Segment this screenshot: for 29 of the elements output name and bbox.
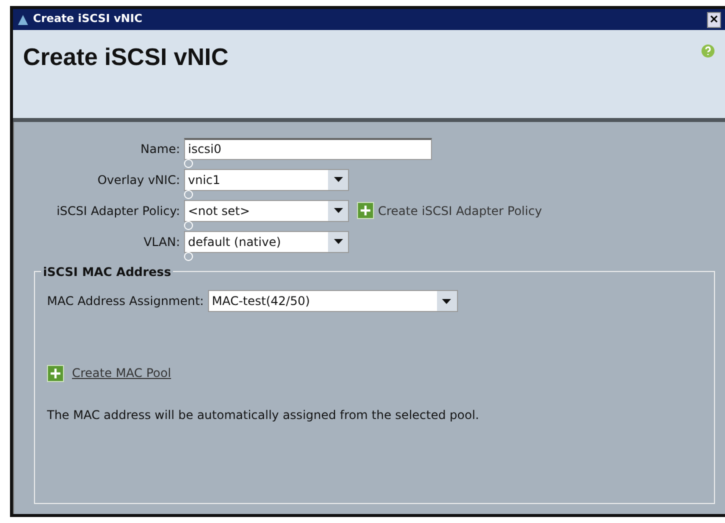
caret-icon [334, 208, 342, 213]
caret-icon [442, 298, 452, 304]
field-label: iSCSI Adapter Policy: [56, 202, 181, 220]
window-title: Create iSCSI vNIC [33, 11, 142, 28]
help-icon[interactable] [701, 44, 715, 58]
plus-icon[interactable] [47, 364, 64, 382]
field-label: Overlay vNIC: [96, 172, 181, 188]
marker-icon [184, 190, 193, 199]
caret-icon [334, 177, 342, 182]
plus-icon[interactable] [357, 202, 374, 219]
info-text: The MAC address will be automatically assigned from the selected pool. [47, 407, 480, 424]
caret-icon [334, 239, 342, 244]
dropdown-field[interactable]: default (native) [184, 230, 349, 252]
marker-icon [184, 221, 193, 230]
marker-icon [184, 252, 193, 261]
create-mac-pool-link[interactable]: Create MAC Pool [72, 364, 172, 382]
close-icon [710, 15, 718, 24]
field-label: MAC Address Assignment: [47, 293, 205, 310]
name-input[interactable]: iscsi0 [184, 138, 432, 160]
page-title: Create iSCSI vNIC [23, 44, 230, 73]
app-icon [17, 14, 29, 26]
field-label: VLAN: [142, 234, 181, 250]
field-label: Name: [140, 140, 181, 158]
dropdown-field[interactable]: <not set> [184, 200, 349, 222]
close-button[interactable] [707, 12, 721, 28]
mac-assignment-dropdown[interactable]: MAC-test(42/50) [208, 290, 458, 312]
dropdown-field[interactable]: vnic1 [184, 168, 349, 190]
create-policy-link[interactable]: Create iSCSI Adapter Policy [378, 202, 542, 220]
marker-icon [184, 159, 193, 168]
